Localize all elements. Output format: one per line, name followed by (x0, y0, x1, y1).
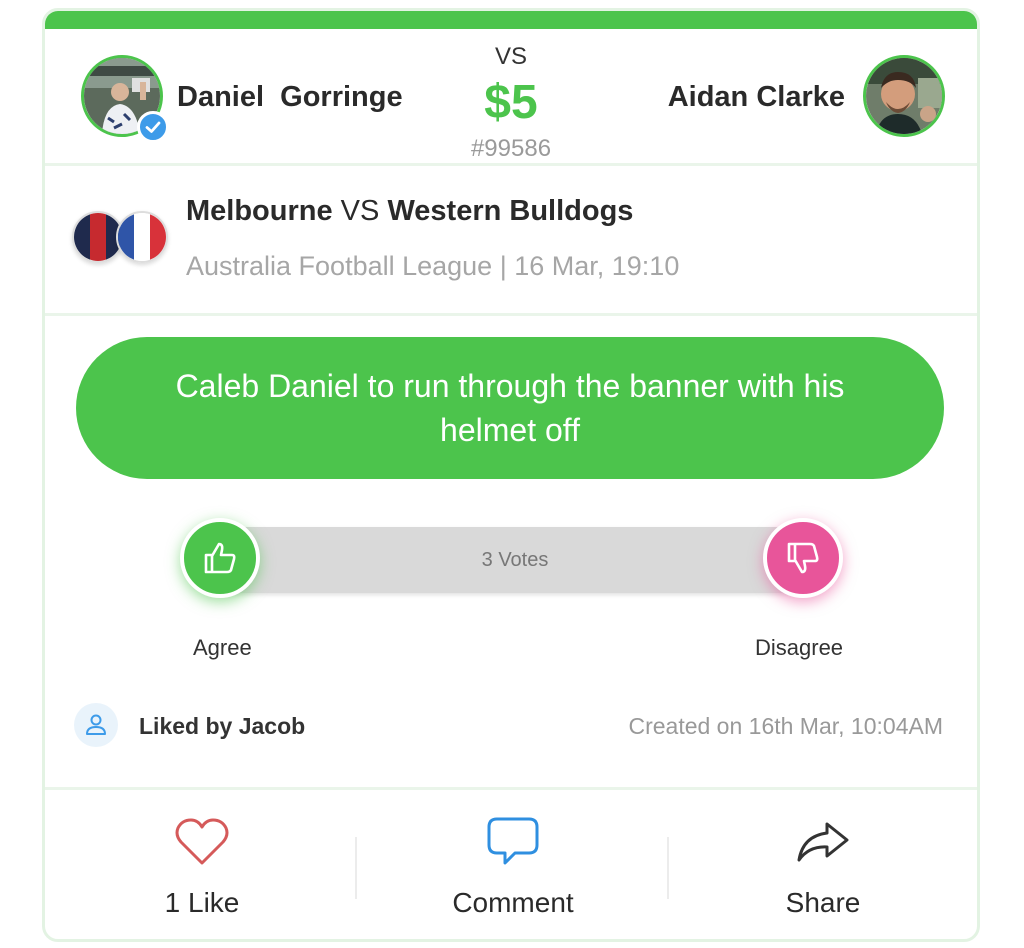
card-top-bar (45, 11, 977, 29)
liked-by-text[interactable]: Liked by Jacob (139, 713, 305, 740)
home-team-name: Melbourne (186, 195, 333, 227)
comment-icon (485, 811, 541, 873)
match-subtitle: Australia Football League | 16 Mar, 19:1… (186, 251, 680, 281)
prediction-pill: Caleb Daniel to run through the banner w… (76, 337, 944, 479)
comment-label: Comment (452, 887, 574, 918)
like-label: 1 Like (164, 887, 240, 918)
like-button[interactable]: 1 Like (72, 811, 332, 929)
share-icon (795, 811, 851, 873)
vs-label: VS (494, 43, 527, 70)
heart-icon (174, 811, 230, 873)
share-label: Share (785, 887, 861, 918)
right-player-avatar[interactable] (863, 55, 945, 137)
disagree-button[interactable] (763, 518, 843, 598)
thumbs-up-icon (204, 542, 236, 574)
user-icon (74, 703, 118, 747)
action-separator (355, 837, 357, 899)
vote-count: 3 Votes (481, 548, 549, 571)
away-team-flag-icon (116, 211, 168, 263)
match-vs: VS (332, 195, 388, 227)
match-title[interactable]: Melbourne VS Western Bulldogs (186, 195, 633, 228)
vote-bar: 3 Votes (215, 527, 815, 593)
thumbs-down-icon (787, 542, 819, 574)
away-team-name: Western Bulldogs (387, 195, 634, 227)
divider (45, 787, 977, 790)
agree-button[interactable] (180, 518, 260, 598)
disagree-label: Disagree (755, 635, 844, 660)
created-timestamp: Created on 16th Mar, 10:04AM (628, 713, 943, 739)
divider (45, 313, 977, 316)
divider (45, 163, 977, 166)
right-player-name[interactable]: Aidan Clarke (668, 81, 845, 114)
comment-button[interactable]: Comment (383, 811, 643, 929)
bet-id: #99586 (470, 135, 552, 162)
bet-card: Daniel Gorringe VS $5 #99586 Aidan Clark… (42, 8, 980, 942)
prediction-text: Caleb Daniel to run through the banner w… (175, 368, 845, 448)
agree-label: Agree (193, 635, 252, 660)
share-button[interactable]: Share (693, 811, 953, 929)
action-separator (667, 837, 669, 899)
